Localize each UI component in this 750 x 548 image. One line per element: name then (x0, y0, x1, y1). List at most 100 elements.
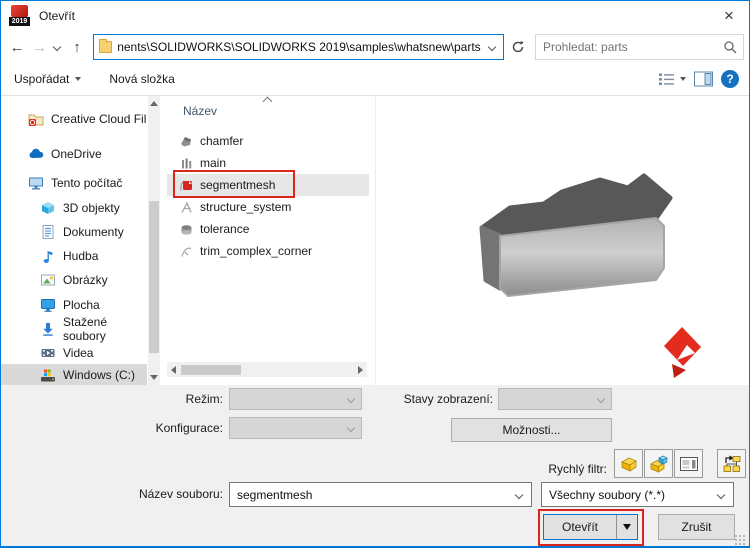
sidebar-scrollbar[interactable] (148, 96, 160, 385)
address-dropdown[interactable] (481, 42, 503, 52)
address-bar[interactable]: nents\SOLIDWORKS\SOLIDWORKS 2019\samples… (93, 34, 504, 60)
titlebar: 2019 Otevřít × (1, 1, 749, 31)
mode-label: Režim: (185, 392, 223, 406)
filter-top-level-button[interactable] (717, 449, 746, 478)
file-name: tolerance (200, 222, 250, 236)
new-folder-button[interactable]: Nová složka (109, 72, 174, 86)
cancel-button[interactable]: Zrušit (658, 514, 735, 540)
sidebar-item-downloads[interactable]: Stažené soubory (1, 315, 147, 343)
file-row-segmentmesh[interactable]: segmentmesh (167, 174, 369, 196)
sidebar-item-pictures[interactable]: Obrázky (1, 269, 147, 291)
open-split-button[interactable]: Otevřít (543, 514, 638, 540)
magnifier-icon (724, 41, 737, 54)
view-mode-button[interactable] (658, 72, 686, 87)
window-title: Otevřít (39, 9, 76, 23)
filename-history-dropdown[interactable] (507, 490, 531, 499)
address-path[interactable]: nents\SOLIDWORKS\SOLIDWORKS 2019\samples… (117, 40, 480, 54)
scroll-left-icon[interactable] (171, 365, 176, 374)
file-row-tolerance[interactable]: tolerance (167, 218, 369, 240)
sidebar-item-onedrive[interactable]: OneDrive (1, 143, 147, 165)
scroll-down-icon[interactable] (150, 375, 158, 380)
solidworks-part-logo (664, 327, 701, 378)
preview-pane-icon[interactable] (694, 71, 713, 87)
file-name: segmentmesh (200, 178, 276, 192)
desktop-icon (41, 299, 55, 312)
resize-grip[interactable] (734, 534, 746, 546)
refresh-button[interactable] (506, 34, 530, 60)
close-icon[interactable]: × (709, 1, 749, 31)
search-box[interactable]: Prohledat: parts (535, 34, 744, 60)
drive-icon (41, 369, 55, 382)
organize-label: Uspořádat (14, 72, 70, 86)
sidebar-item-documents[interactable]: Dokumenty (1, 221, 147, 243)
file-name: main (200, 156, 227, 170)
up-button[interactable]: ↑ (65, 39, 89, 56)
file-row-trim-complex-corner[interactable]: trim_complex_corner (167, 240, 369, 262)
part-file-icon (181, 224, 192, 235)
file-row-chamfer[interactable]: chamfer (167, 130, 369, 152)
refresh-icon (512, 41, 524, 53)
video-icon (41, 349, 55, 357)
drawing-filter-icon (679, 456, 698, 471)
chevron-down-icon (596, 394, 606, 404)
open-button[interactable]: Otevřít (544, 515, 616, 539)
scroll-up-icon[interactable] (150, 101, 158, 106)
part-file-icon (181, 247, 192, 257)
filter-parts-button[interactable] (614, 449, 643, 478)
sidebar-item-label: Tento počítač (51, 176, 123, 190)
sidebar-item-videos[interactable]: Videa (1, 342, 147, 364)
forward-button: → (32, 38, 48, 56)
search-placeholder[interactable]: Prohledat: parts (536, 40, 717, 54)
sidebar-item-label: Hudba (63, 249, 99, 263)
file-row-structure-system[interactable]: structure_system (167, 196, 369, 218)
configuration-combobox (229, 417, 362, 439)
sidebar-item-label: Windows (C:) (63, 368, 136, 382)
sidebar-item-label: 3D objekty (63, 201, 120, 215)
sidebar-item-this-pc[interactable]: Tento počítač (1, 172, 147, 194)
open-dropdown-arrow[interactable] (616, 515, 637, 539)
document-icon (42, 225, 54, 239)
scrollbar-thumb[interactable] (149, 201, 159, 353)
options-button[interactable]: Možnosti... (451, 418, 612, 442)
sidebar-item-windows-c[interactable]: Windows (C:) (1, 364, 147, 386)
column-header-name[interactable]: Název (183, 104, 217, 118)
help-button[interactable]: ? (721, 70, 739, 88)
scrollbar-thumb[interactable] (181, 364, 241, 375)
part-file-icon-red (180, 179, 192, 191)
creative-cloud-icon (28, 114, 44, 126)
filelist-horizontal-scrollbar[interactable] (167, 362, 367, 377)
organize-menu[interactable]: Uspořádat (14, 72, 82, 86)
filetype-dropdown[interactable] (709, 490, 733, 499)
download-arrow-icon (43, 323, 53, 336)
file-list: Název chamfer main segmentmesh structure… (163, 96, 375, 385)
navigation-sidebar: Creative Cloud Fil OneDrive Tento počíta… (1, 96, 163, 386)
preview-pane (375, 96, 749, 385)
scroll-right-icon[interactable] (358, 365, 363, 374)
filename-input[interactable]: segmentmesh (229, 482, 532, 507)
back-button[interactable]: ← (5, 39, 29, 56)
sidebar-item-3d-objects[interactable]: 3D objekty (1, 197, 147, 219)
filename-label: Název souboru: (138, 487, 223, 501)
configuration-label: Konfigurace: (155, 421, 223, 435)
chevron-down-icon (346, 423, 356, 433)
sidebar-item-label: Dokumenty (63, 225, 124, 239)
sidebar-item-desktop[interactable]: Plocha (1, 294, 147, 316)
filename-value[interactable]: segmentmesh (230, 488, 507, 502)
sidebar-item-label: Videa (63, 346, 94, 360)
filetype-combobox[interactable]: Všechny soubory (*.*) (541, 482, 734, 507)
sidebar-item-creative-cloud[interactable]: Creative Cloud Fil (1, 108, 147, 130)
solidworks-cube-icon (11, 5, 28, 17)
sidebar-item-label: Obrázky (63, 273, 108, 287)
chevron-down-icon (514, 490, 524, 499)
search-icon[interactable] (717, 40, 743, 54)
part-filter-icon (620, 457, 637, 472)
quick-filter-label: Rychlý filtr: (548, 462, 607, 476)
file-name: structure_system (200, 200, 292, 214)
sidebar-item-music[interactable]: Hudba (1, 245, 147, 267)
part-file-icon (181, 200, 192, 213)
file-row-main[interactable]: main (167, 152, 369, 174)
dialog-bottom-panel: Režim: Stavy zobrazení: Konfigurace: Mož… (1, 385, 749, 546)
filter-assemblies-button[interactable] (644, 449, 673, 478)
filter-drawings-button[interactable] (674, 449, 703, 478)
recent-locations-dropdown[interactable] (50, 42, 65, 52)
